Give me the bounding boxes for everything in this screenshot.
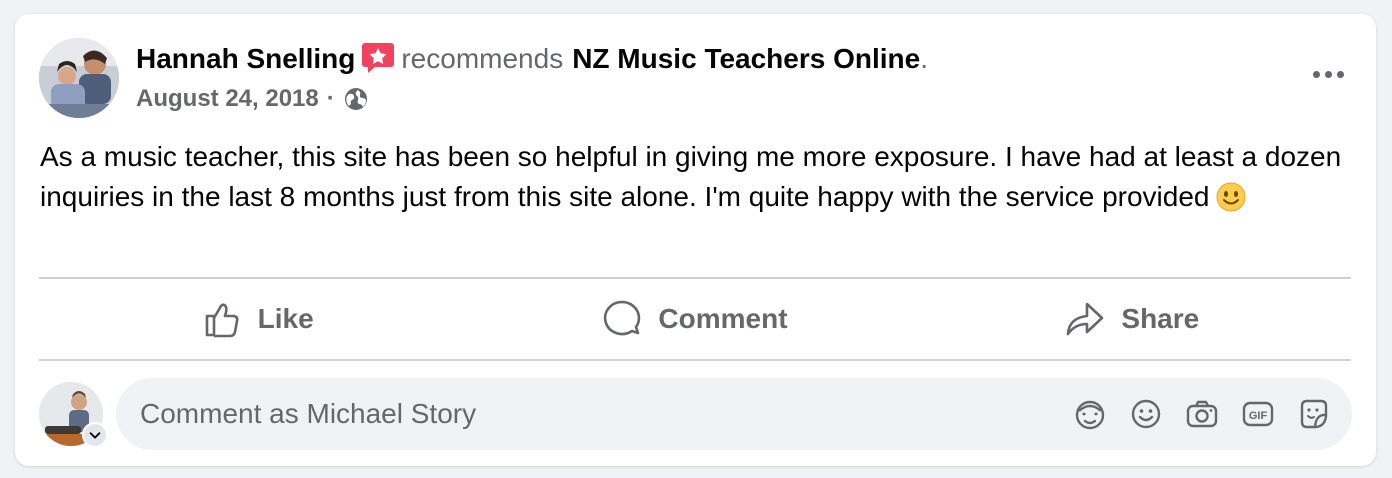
author-name[interactable]: Hannah Snelling: [136, 41, 355, 77]
comment-input[interactable]: [140, 398, 1072, 430]
post-card: Hannah Snelling recommends NZ Music Teac…: [15, 14, 1376, 466]
smiley-emoji-icon: [1215, 181, 1247, 213]
globe-icon[interactable]: [343, 86, 369, 112]
post-body: As a music teacher, this site has been s…: [40, 137, 1360, 217]
share-arrow-icon: [1067, 302, 1104, 336]
share-label: Share: [1121, 303, 1200, 334]
meta-separator: ·: [326, 85, 335, 112]
post-date[interactable]: August 24, 2018: [136, 83, 319, 115]
comment-tools: GIF: [1072, 396, 1332, 432]
like-thumb-icon: [205, 303, 239, 338]
more-options-button[interactable]: [1304, 54, 1352, 94]
author-avatar[interactable]: [39, 38, 119, 118]
emoji-icon[interactable]: [1128, 396, 1164, 432]
gif-icon[interactable]: GIF: [1240, 396, 1276, 432]
like-label: Like: [257, 303, 314, 334]
post-meta: August 24, 2018 ·: [136, 83, 369, 115]
more-dot-icon: [1312, 70, 1320, 78]
recommends-word: recommends: [401, 43, 564, 74]
comment-composer: GIF: [116, 378, 1352, 450]
more-dot-icon: [1324, 70, 1332, 78]
like-button[interactable]: Like: [39, 281, 476, 357]
more-dot-icon: [1336, 70, 1344, 78]
post-actions: Like Comment Share: [39, 281, 1351, 357]
post-body-text: As a music teacher, this site has been s…: [40, 141, 1342, 212]
header-period: .: [920, 43, 929, 74]
actions-bottom-divider: [39, 359, 1351, 361]
comment-label: Comment: [658, 303, 788, 334]
actions-top-divider: [39, 277, 1351, 279]
avatar-sticker-icon[interactable]: [1072, 396, 1108, 432]
post-header: Hannah Snelling recommends NZ Music Teac…: [136, 41, 928, 77]
share-button[interactable]: Share: [914, 281, 1351, 357]
page-name-link[interactable]: NZ Music Teachers Online: [572, 41, 920, 77]
account-switch-chevron-icon[interactable]: [82, 422, 108, 448]
camera-icon[interactable]: [1184, 396, 1220, 432]
comment-button[interactable]: Comment: [476, 281, 913, 357]
sticker-icon[interactable]: [1296, 396, 1332, 432]
comment-bubble-icon: [604, 300, 641, 336]
recommend-star-badge-icon: [361, 40, 395, 74]
svg-text:GIF: GIF: [1249, 410, 1268, 422]
